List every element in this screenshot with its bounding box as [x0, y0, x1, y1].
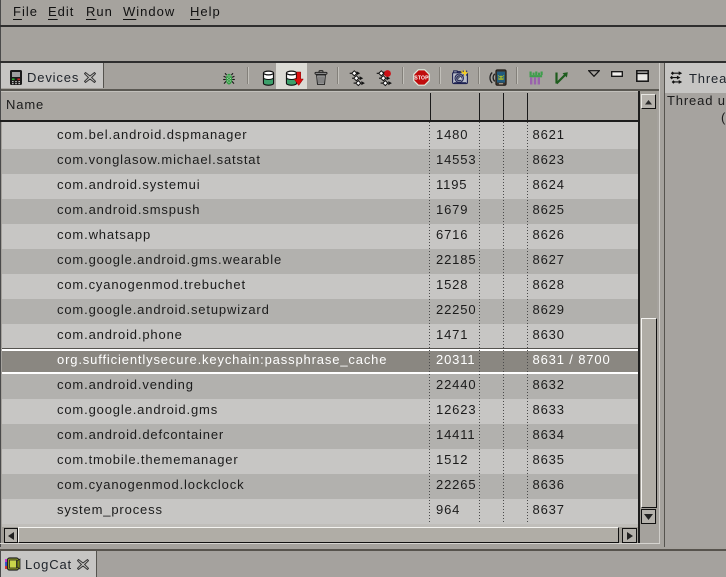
svg-text:STOP: STOP [414, 75, 429, 81]
